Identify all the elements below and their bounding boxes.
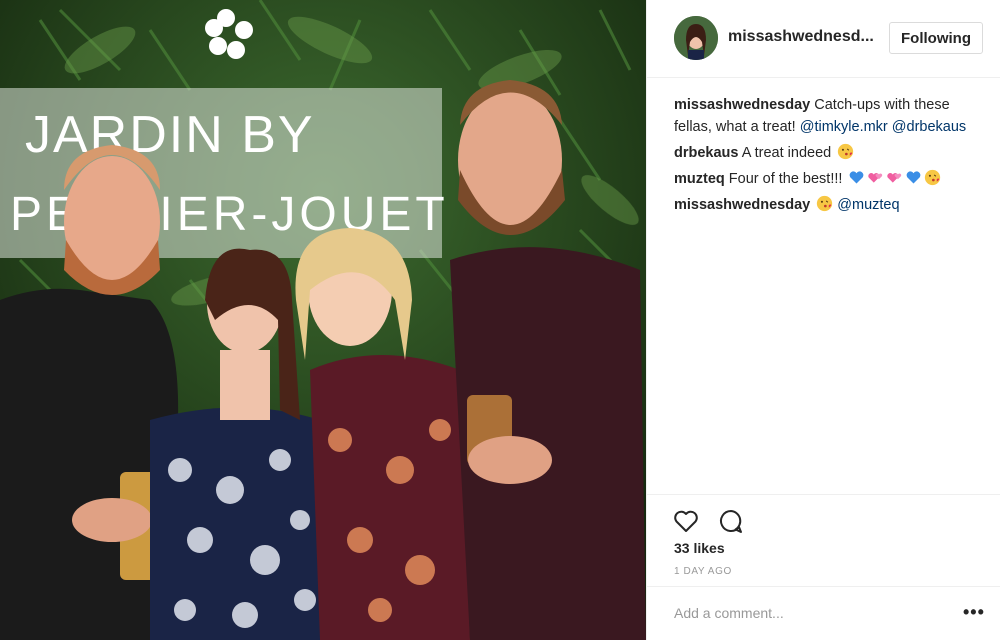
post-sidebar: missashwednesd... Following missashwedne… bbox=[646, 0, 1000, 640]
comment-input[interactable] bbox=[674, 605, 934, 621]
kiss-face-icon bbox=[925, 169, 941, 186]
comment-item: drbekaus A treat indeed bbox=[674, 142, 986, 164]
kiss-face-icon bbox=[817, 195, 833, 212]
mention-link[interactable]: @timkyle.mkr bbox=[800, 119, 888, 135]
photo-illustration: JARDIN BY PERRIER-JOUET bbox=[0, 0, 646, 640]
comment-icon[interactable] bbox=[717, 507, 745, 535]
heart-icon[interactable] bbox=[672, 507, 700, 535]
add-comment-bar: ••• bbox=[647, 586, 1000, 641]
post-photo[interactable]: JARDIN BY PERRIER-JOUET bbox=[0, 0, 646, 640]
comment-username[interactable]: muzteq bbox=[674, 171, 725, 187]
mention-link[interactable]: @muzteq bbox=[837, 197, 899, 213]
comment-username[interactable]: drbekaus bbox=[674, 145, 738, 161]
comment-username[interactable]: missashwednesday bbox=[674, 197, 810, 213]
blue-heart-icon bbox=[850, 171, 864, 184]
author-username[interactable]: missashwednesd... bbox=[728, 28, 878, 46]
kiss-face-icon bbox=[838, 143, 854, 160]
author-avatar[interactable] bbox=[674, 16, 718, 60]
comment-item: missashwednesday Catch-ups with these fe… bbox=[674, 94, 986, 138]
post-header: missashwednesd... Following bbox=[647, 0, 1000, 78]
sign-text-line1: JARDIN BY bbox=[25, 106, 315, 164]
pink-hearts-icon bbox=[868, 173, 883, 183]
following-button[interactable]: Following bbox=[889, 22, 983, 54]
likes-count[interactable]: 33 likes bbox=[674, 540, 725, 556]
more-options-icon[interactable]: ••• bbox=[963, 603, 985, 621]
comments-list: missashwednesday Catch-ups with these fe… bbox=[674, 94, 986, 220]
avatar-image bbox=[674, 16, 718, 60]
post-timestamp: 1 DAY AGO bbox=[674, 566, 732, 577]
instagram-post: JARDIN BY PERRIER-JOUET missashwednesd..… bbox=[0, 0, 1000, 640]
pink-hearts-icon bbox=[887, 173, 902, 183]
comment-item: muzteq Four of the best!!! bbox=[674, 168, 986, 190]
comment-item: missashwednesday @muzteq bbox=[674, 194, 986, 216]
comment-username[interactable]: missashwednesday bbox=[674, 97, 810, 113]
comment-text: Four of the best!!! bbox=[728, 171, 843, 187]
blue-heart-icon bbox=[907, 171, 921, 184]
mention-link[interactable]: @drbekaus bbox=[892, 119, 966, 135]
post-actions: 33 likes 1 DAY AGO bbox=[647, 494, 1000, 577]
comment-text: A treat indeed bbox=[741, 145, 832, 161]
